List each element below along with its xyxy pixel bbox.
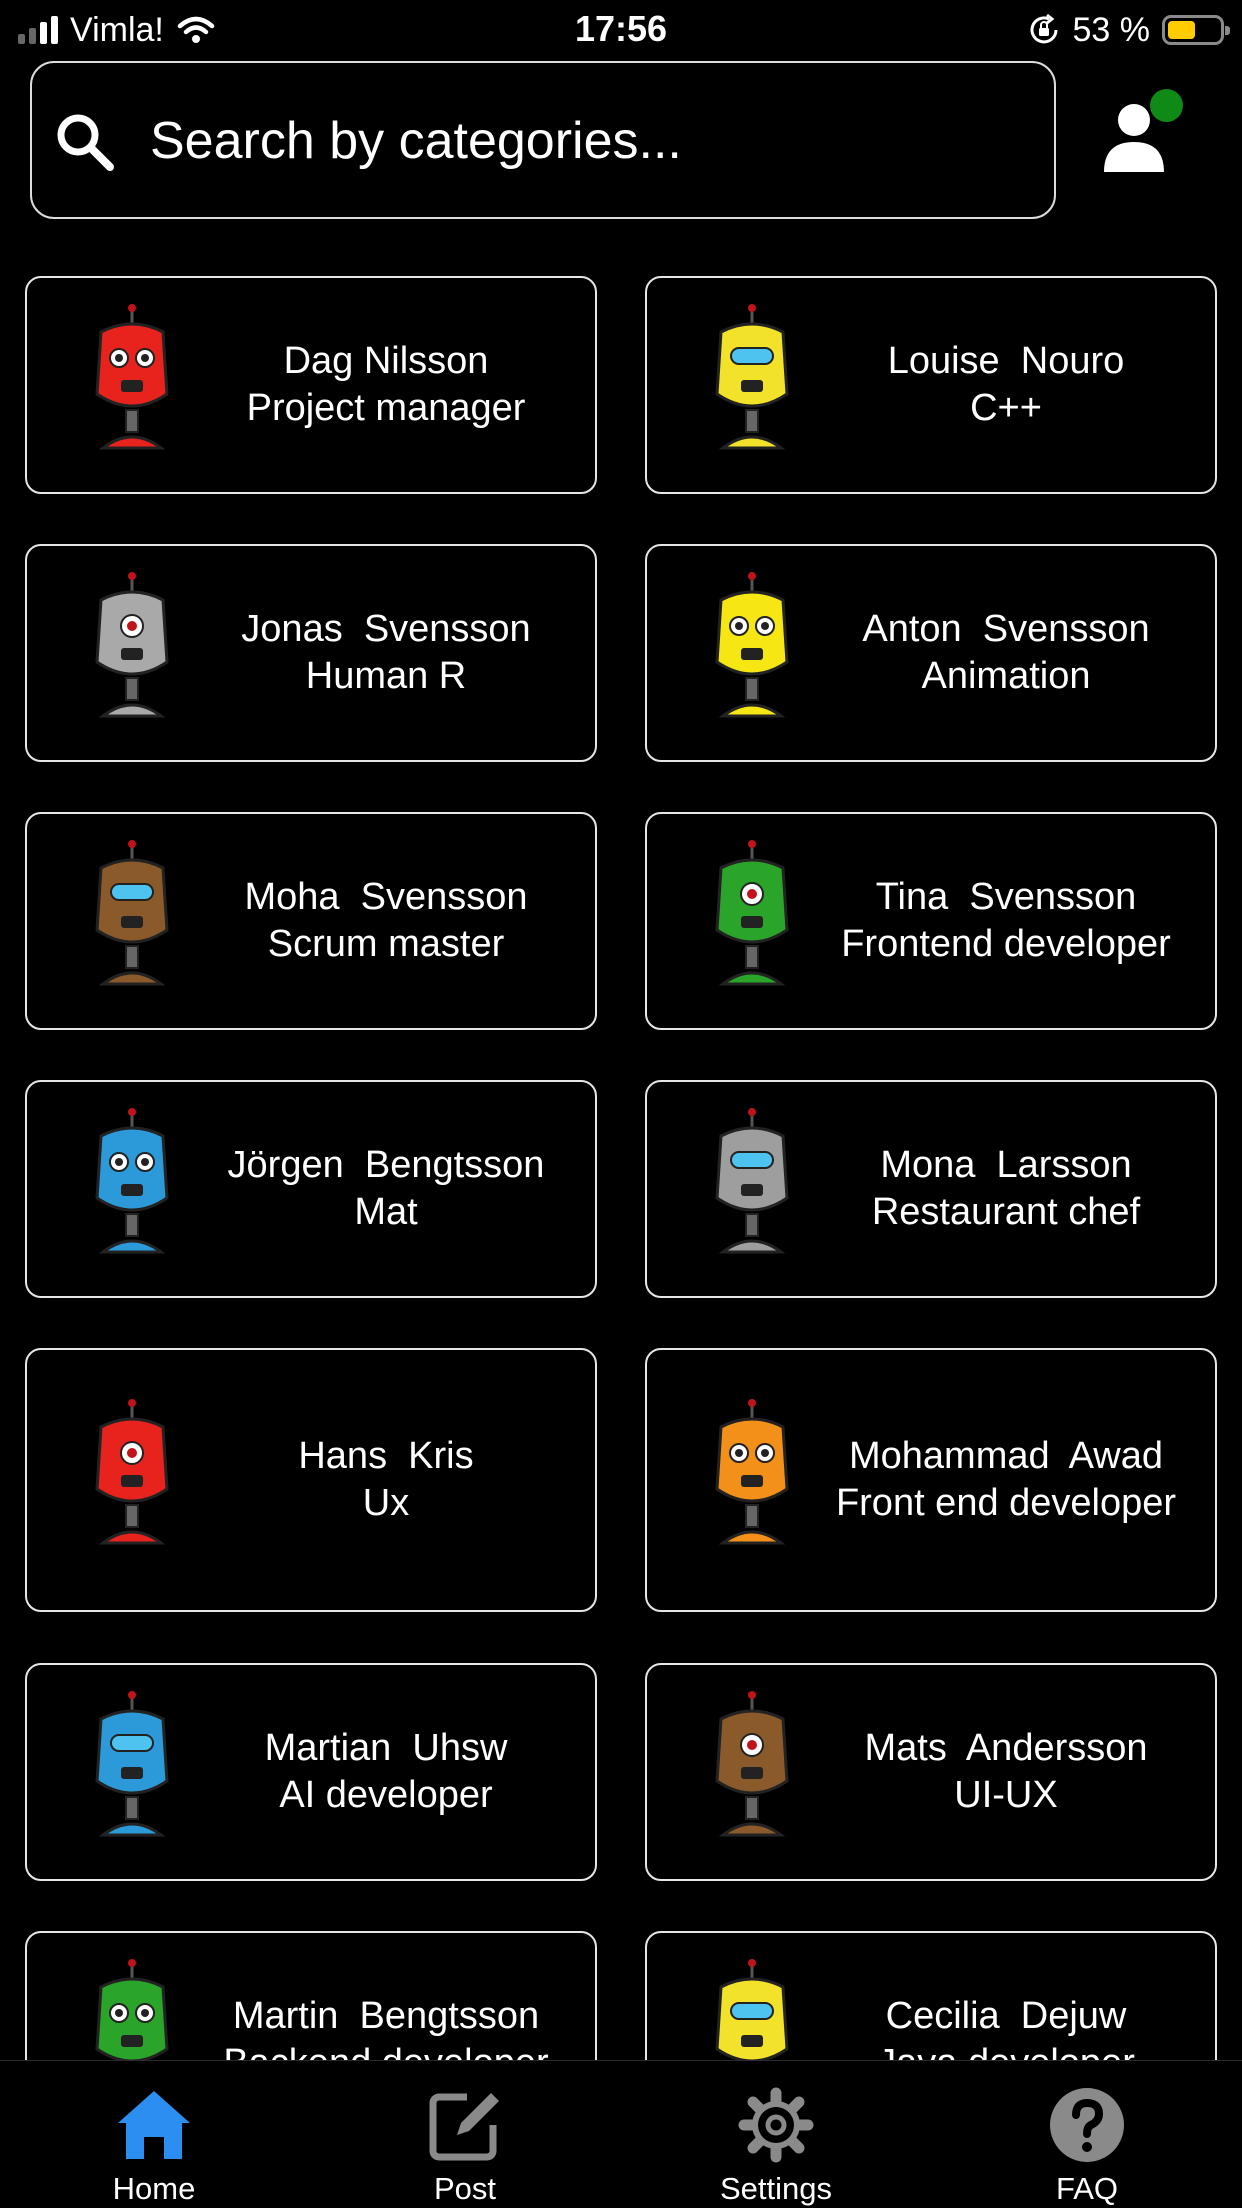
robot-avatar (67, 570, 197, 740)
gear-icon (738, 2087, 814, 2163)
tab-label: Settings (719, 2171, 832, 2206)
person-info: Mona Larsson Restaurant chef (807, 1082, 1205, 1296)
person-role: UI-UX (954, 1774, 1058, 1816)
robot-avatar (687, 302, 817, 472)
person-info: Mohammad Awad Front end developer (807, 1350, 1205, 1610)
person-role: Mat (354, 1191, 418, 1233)
person-card[interactable]: Cecilia Dejuw Java developer (645, 1931, 1217, 2060)
person-name: Hans Kris (298, 1435, 474, 1477)
tab-post[interactable]: Post (365, 2061, 565, 2208)
robot-avatar (67, 1957, 197, 2060)
person-info: Jonas Svensson Human R (187, 546, 585, 760)
person-info: Moha Svensson Scrum master (187, 814, 585, 1028)
people-directory-screen: Vimla! 17:56 53 % Dag Nilsson Project man… (0, 0, 1242, 2208)
person-card[interactable]: Jonas Svensson Human R (25, 544, 597, 762)
person-name: Mohammad Awad (848, 1435, 1164, 1477)
robot-avatar (687, 838, 817, 1008)
person-name: Mona Larsson (880, 1144, 1132, 1186)
person-role: C++ (970, 387, 1042, 429)
tab-label: FAQ (1055, 2171, 1118, 2206)
search-bar[interactable] (30, 61, 1056, 219)
person-role: Front end developer (835, 1482, 1177, 1524)
search-input[interactable] (150, 99, 1030, 183)
people-grid: Dag Nilsson Project manager Louise Nouro C+… (0, 0, 1242, 2060)
robot-avatar (67, 1689, 197, 1859)
person-card[interactable]: Moha Svensson Scrum master (25, 812, 597, 1030)
person-card[interactable]: Dag Nilsson Project manager (25, 276, 597, 494)
person-card[interactable]: Mohammad Awad Front end developer (645, 1348, 1217, 1612)
help-icon (1050, 2088, 1124, 2162)
person-card[interactable]: Mats Andersson UI-UX (645, 1663, 1217, 1881)
person-name: Mats Andersson (864, 1727, 1148, 1769)
person-name: Dag Nilsson (283, 340, 489, 382)
robot-avatar (67, 302, 197, 472)
search-icon (57, 114, 114, 171)
person-role: Human R (305, 655, 467, 697)
person-card[interactable]: Martin Bengtsson Backend developer (25, 1931, 597, 2060)
person-info: Hans Kris Ux (187, 1350, 585, 1610)
person-name: Martian Uhsw (264, 1727, 508, 1769)
person-name: Jörgen Bengtsson (227, 1144, 545, 1186)
person-card[interactable]: Jörgen Bengtsson Mat (25, 1080, 597, 1298)
person-name: Anton Svensson (862, 608, 1150, 650)
person-info: Dag Nilsson Project manager (187, 278, 585, 492)
robot-avatar (687, 1957, 817, 2060)
person-info: Martin Bengtsson Backend developer (187, 1933, 585, 2060)
person-role: Project manager (246, 387, 526, 429)
person-info: Jörgen Bengtsson Mat (187, 1082, 585, 1296)
person-role: Backend developer (223, 2040, 548, 2060)
person-info: Martian Uhsw AI developer (187, 1665, 585, 1879)
person-card[interactable]: Louise Nouro C++ (645, 276, 1217, 494)
tab-settings[interactable]: Settings (676, 2061, 876, 2208)
person-info: Louise Nouro C++ (807, 278, 1205, 492)
person-card[interactable]: Anton Svensson Animation (645, 544, 1217, 762)
person-role: Scrum master (267, 923, 505, 965)
home-icon (118, 2091, 190, 2159)
robot-avatar (67, 838, 197, 1008)
person-name: Louise Nouro (887, 340, 1125, 382)
person-role: Restaurant chef (871, 1191, 1141, 1233)
person-role: AI developer (279, 1774, 493, 1816)
tab-label: Post (433, 2171, 497, 2206)
person-role: Java developer (877, 2040, 1135, 2060)
robot-avatar (67, 1397, 197, 1567)
edit-icon (429, 2093, 499, 2161)
person-role: Frontend developer (841, 923, 1171, 965)
robot-avatar (687, 570, 817, 740)
person-role: Ux (362, 1482, 410, 1524)
robot-avatar (67, 1106, 197, 1276)
person-card[interactable]: Martian Uhsw AI developer (25, 1663, 597, 1881)
online-status-dot (1150, 89, 1183, 122)
tab-faq[interactable]: FAQ (987, 2061, 1187, 2208)
tab-bar: Home Post Settings FAQ (0, 2060, 1242, 2208)
person-info: Anton Svensson Animation (807, 546, 1205, 760)
person-info: Tina Svensson Frontend developer (807, 814, 1205, 1028)
robot-avatar (687, 1397, 817, 1567)
person-name: Cecilia Dejuw (885, 1995, 1127, 2037)
tab-home[interactable]: Home (54, 2061, 254, 2208)
person-info: Cecilia Dejuw Java developer (807, 1933, 1205, 2060)
robot-avatar (687, 1689, 817, 1859)
tab-label: Home (112, 2171, 196, 2206)
person-name: Tina Svensson (875, 876, 1137, 918)
person-card[interactable]: Tina Svensson Frontend developer (645, 812, 1217, 1030)
person-card[interactable]: Mona Larsson Restaurant chef (645, 1080, 1217, 1298)
person-name: Martin Bengtsson (232, 1995, 540, 2037)
robot-avatar (687, 1106, 817, 1276)
person-role: Animation (921, 655, 1091, 697)
person-info: Mats Andersson UI-UX (807, 1665, 1205, 1879)
person-name: Moha Svensson (244, 876, 528, 918)
person-name: Jonas Svensson (241, 608, 531, 650)
person-card[interactable]: Hans Kris Ux (25, 1348, 597, 1612)
